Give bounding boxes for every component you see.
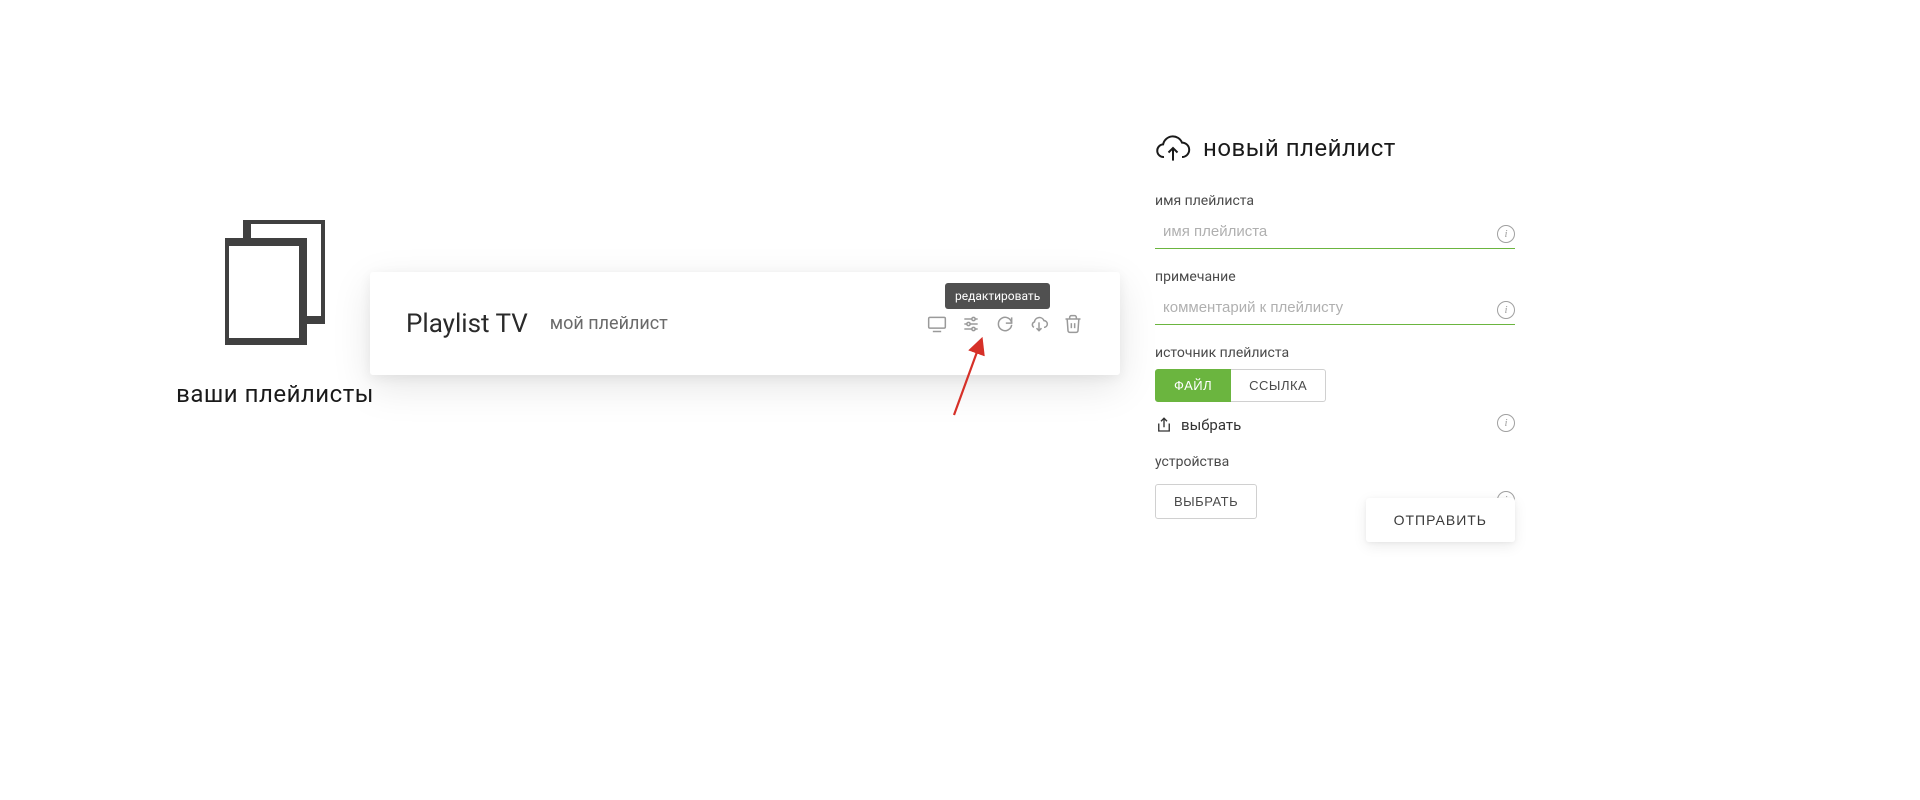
submit-button[interactable]: ОТПРАВИТЬ (1366, 498, 1515, 542)
playlists-stack-icon (150, 220, 400, 345)
playlist-title: Playlist TV (406, 309, 528, 339)
sliders-icon[interactable] (960, 313, 982, 335)
refresh-icon[interactable] (994, 313, 1016, 335)
new-playlist-title: новый плейлист (1203, 134, 1396, 162)
choose-file-label: выбрать (1181, 416, 1241, 434)
source-file-button[interactable]: ФАЙЛ (1155, 369, 1231, 402)
playlist-subtitle: мой плейлист (550, 313, 668, 334)
cloud-download-icon[interactable] (1028, 313, 1050, 335)
your-playlists-title: ваши плейлисты (150, 380, 400, 408)
devices-label: устройства (1155, 454, 1515, 470)
playlist-note-input[interactable] (1155, 291, 1515, 325)
upload-icon (1155, 416, 1173, 434)
info-icon[interactable]: i (1497, 225, 1515, 243)
monitor-icon[interactable] (926, 313, 948, 335)
edit-tooltip: редактировать (945, 283, 1050, 309)
playlist-name-input[interactable] (1155, 215, 1515, 249)
choose-devices-button[interactable]: ВЫБРАТЬ (1155, 484, 1257, 519)
cloud-upload-icon (1155, 133, 1191, 163)
new-playlist-panel: новый плейлист имя плейлиста i примечани… (1155, 133, 1515, 539)
playlist-source-label: источник плейлиста (1155, 345, 1515, 361)
playlist-name-label: имя плейлиста (1155, 193, 1515, 209)
playlist-note-label: примечание (1155, 269, 1515, 285)
trash-icon[interactable] (1062, 313, 1084, 335)
choose-file-button[interactable]: выбрать (1155, 416, 1515, 434)
info-icon[interactable]: i (1497, 301, 1515, 319)
source-link-button[interactable]: ССЫЛКА (1231, 369, 1326, 402)
info-icon[interactable]: i (1497, 414, 1515, 432)
